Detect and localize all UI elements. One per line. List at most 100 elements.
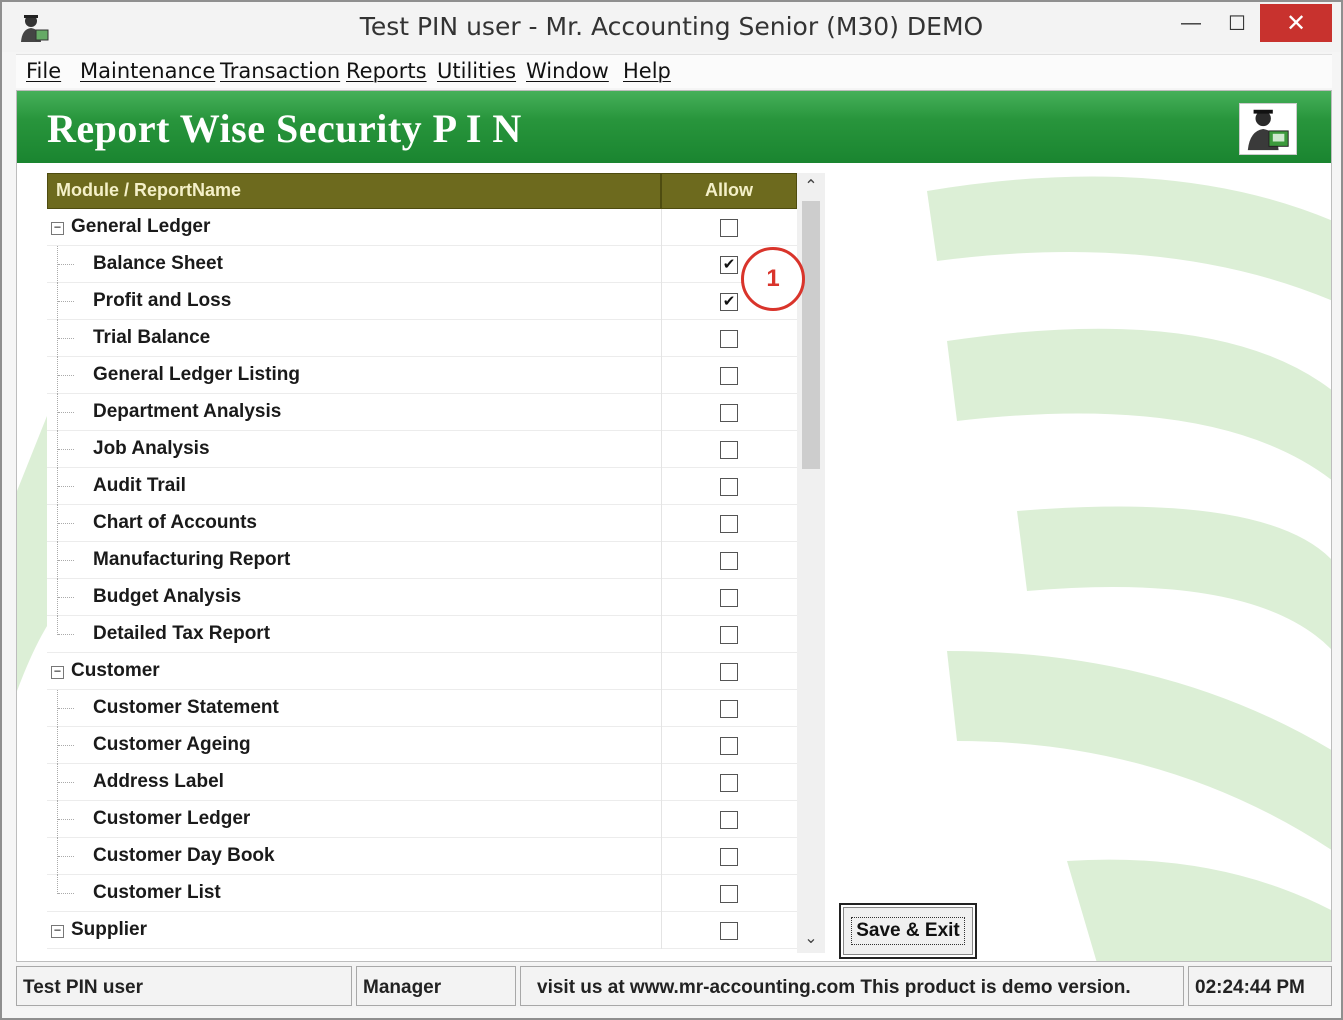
grid-header: Module / ReportName Allow — [47, 173, 797, 209]
tree-connector — [58, 893, 74, 894]
save-exit-label: Save & Exit — [851, 917, 965, 945]
allow-checkbox[interactable] — [720, 404, 738, 422]
menu-window[interactable]: Window — [526, 59, 609, 83]
report-row[interactable]: Balance Sheet ✔ — [47, 246, 797, 283]
close-button[interactable]: ✕ — [1260, 4, 1332, 42]
module-name: Customer — [71, 660, 160, 681]
tree-connector — [58, 597, 74, 598]
status-role: Manager — [356, 966, 516, 1006]
allow-checkbox[interactable] — [720, 478, 738, 496]
menu-maintenance[interactable]: Maintenance — [80, 59, 215, 83]
report-name: Manufacturing Report — [93, 549, 291, 570]
report-security-form: Report Wise Security P I N Module / Repo… — [16, 90, 1332, 962]
minimize-button[interactable]: — — [1168, 4, 1214, 42]
window-title: Test PIN user - Mr. Accounting Senior (M… — [359, 12, 984, 41]
title-bar[interactable]: Test PIN user - Mr. Accounting Senior (M… — [2, 2, 1341, 52]
allow-checkbox[interactable]: ✔ — [720, 293, 738, 311]
report-row[interactable]: Department Analysis — [47, 394, 797, 431]
menu-help[interactable]: Help — [623, 59, 671, 83]
tree-connector — [57, 875, 58, 894]
report-row[interactable]: General Ledger Listing — [47, 357, 797, 394]
allow-checkbox[interactable]: ✔ — [720, 256, 738, 274]
allow-cell — [661, 431, 797, 468]
allow-checkbox[interactable] — [720, 848, 738, 866]
report-name: Chart of Accounts — [93, 512, 257, 533]
maximize-button[interactable]: ☐ — [1214, 4, 1260, 42]
allow-cell — [661, 690, 797, 727]
collapse-icon[interactable]: − — [51, 221, 64, 235]
security-user-icon — [1239, 103, 1297, 155]
allow-checkbox[interactable] — [720, 441, 738, 459]
module-row[interactable]: − General Ledger — [47, 209, 797, 246]
status-user: Test PIN user — [16, 966, 352, 1006]
allow-checkbox[interactable] — [720, 663, 738, 681]
allow-checkbox[interactable] — [720, 219, 738, 237]
allow-checkbox[interactable] — [720, 737, 738, 755]
column-header-allow[interactable]: Allow — [661, 173, 797, 209]
report-row[interactable]: Customer Statement — [47, 690, 797, 727]
tree-connector — [58, 782, 74, 783]
column-header-module[interactable]: Module / ReportName — [47, 173, 661, 209]
module-row[interactable]: − Customer — [47, 653, 797, 690]
scroll-thumb[interactable] — [802, 201, 820, 469]
page-title: Report Wise Security P I N — [47, 106, 522, 151]
allow-cell — [661, 727, 797, 764]
allow-checkbox[interactable] — [720, 885, 738, 903]
collapse-icon[interactable]: − — [51, 665, 64, 679]
tree-connector — [58, 745, 74, 746]
report-row[interactable]: Manufacturing Report — [47, 542, 797, 579]
allow-checkbox[interactable] — [720, 774, 738, 792]
allow-checkbox[interactable] — [720, 552, 738, 570]
report-permission-grid: Module / ReportName Allow − General Ledge… — [47, 173, 797, 953]
report-name: Customer Day Book — [93, 845, 275, 866]
report-row[interactable]: Job Analysis — [47, 431, 797, 468]
report-row[interactable]: Customer Ageing — [47, 727, 797, 764]
allow-cell — [661, 653, 797, 690]
status-bar: Test PIN user Manager visit us at www.mr… — [16, 964, 1332, 1008]
allow-checkbox[interactable] — [720, 330, 738, 348]
report-row[interactable]: Trial Balance — [47, 320, 797, 357]
allow-cell — [661, 838, 797, 875]
report-row[interactable]: Address Label — [47, 764, 797, 801]
callout-marker: 1 — [741, 247, 805, 311]
menu-utilities[interactable]: Utilities — [437, 59, 516, 83]
allow-checkbox[interactable] — [720, 367, 738, 385]
tree-connector — [58, 856, 74, 857]
module-name: Supplier — [71, 919, 148, 940]
scroll-down-icon[interactable]: ⌄ — [797, 925, 825, 953]
report-name: Trial Balance — [93, 327, 211, 348]
report-row[interactable]: Profit and Loss ✔ — [47, 283, 797, 320]
collapse-icon[interactable]: − — [51, 924, 64, 938]
report-name: Customer List — [93, 882, 221, 903]
tree-connector — [58, 449, 74, 450]
report-row[interactable]: Budget Analysis — [47, 579, 797, 616]
report-row[interactable]: Chart of Accounts — [47, 505, 797, 542]
report-name: Customer Ageing — [93, 734, 251, 755]
allow-cell — [661, 357, 797, 394]
allow-checkbox[interactable] — [720, 589, 738, 607]
module-row[interactable]: − Supplier — [47, 912, 797, 949]
allow-cell — [661, 875, 797, 912]
report-row[interactable]: Detailed Tax Report — [47, 616, 797, 653]
report-name: Balance Sheet — [93, 253, 223, 274]
report-row[interactable]: Customer Ledger — [47, 801, 797, 838]
allow-checkbox[interactable] — [720, 811, 738, 829]
allow-checkbox[interactable] — [720, 626, 738, 644]
menu-transaction[interactable]: Transaction — [220, 59, 340, 83]
report-name: Budget Analysis — [93, 586, 242, 607]
report-row[interactable]: Audit Trail — [47, 468, 797, 505]
menu-file[interactable]: File — [26, 59, 61, 83]
allow-checkbox[interactable] — [720, 700, 738, 718]
report-name: General Ledger Listing — [93, 364, 300, 385]
allow-cell — [661, 468, 797, 505]
allow-checkbox[interactable] — [720, 515, 738, 533]
report-row[interactable]: Customer Day Book — [47, 838, 797, 875]
report-row[interactable]: Customer List — [47, 875, 797, 912]
menu-reports[interactable]: Reports — [346, 59, 427, 83]
allow-cell — [661, 801, 797, 838]
save-exit-button[interactable]: Save & Exit — [839, 903, 977, 959]
report-name: Customer Ledger — [93, 808, 251, 829]
scroll-up-icon[interactable]: ⌃ — [797, 173, 825, 201]
allow-checkbox[interactable] — [720, 922, 738, 940]
report-name: Address Label — [93, 771, 224, 792]
